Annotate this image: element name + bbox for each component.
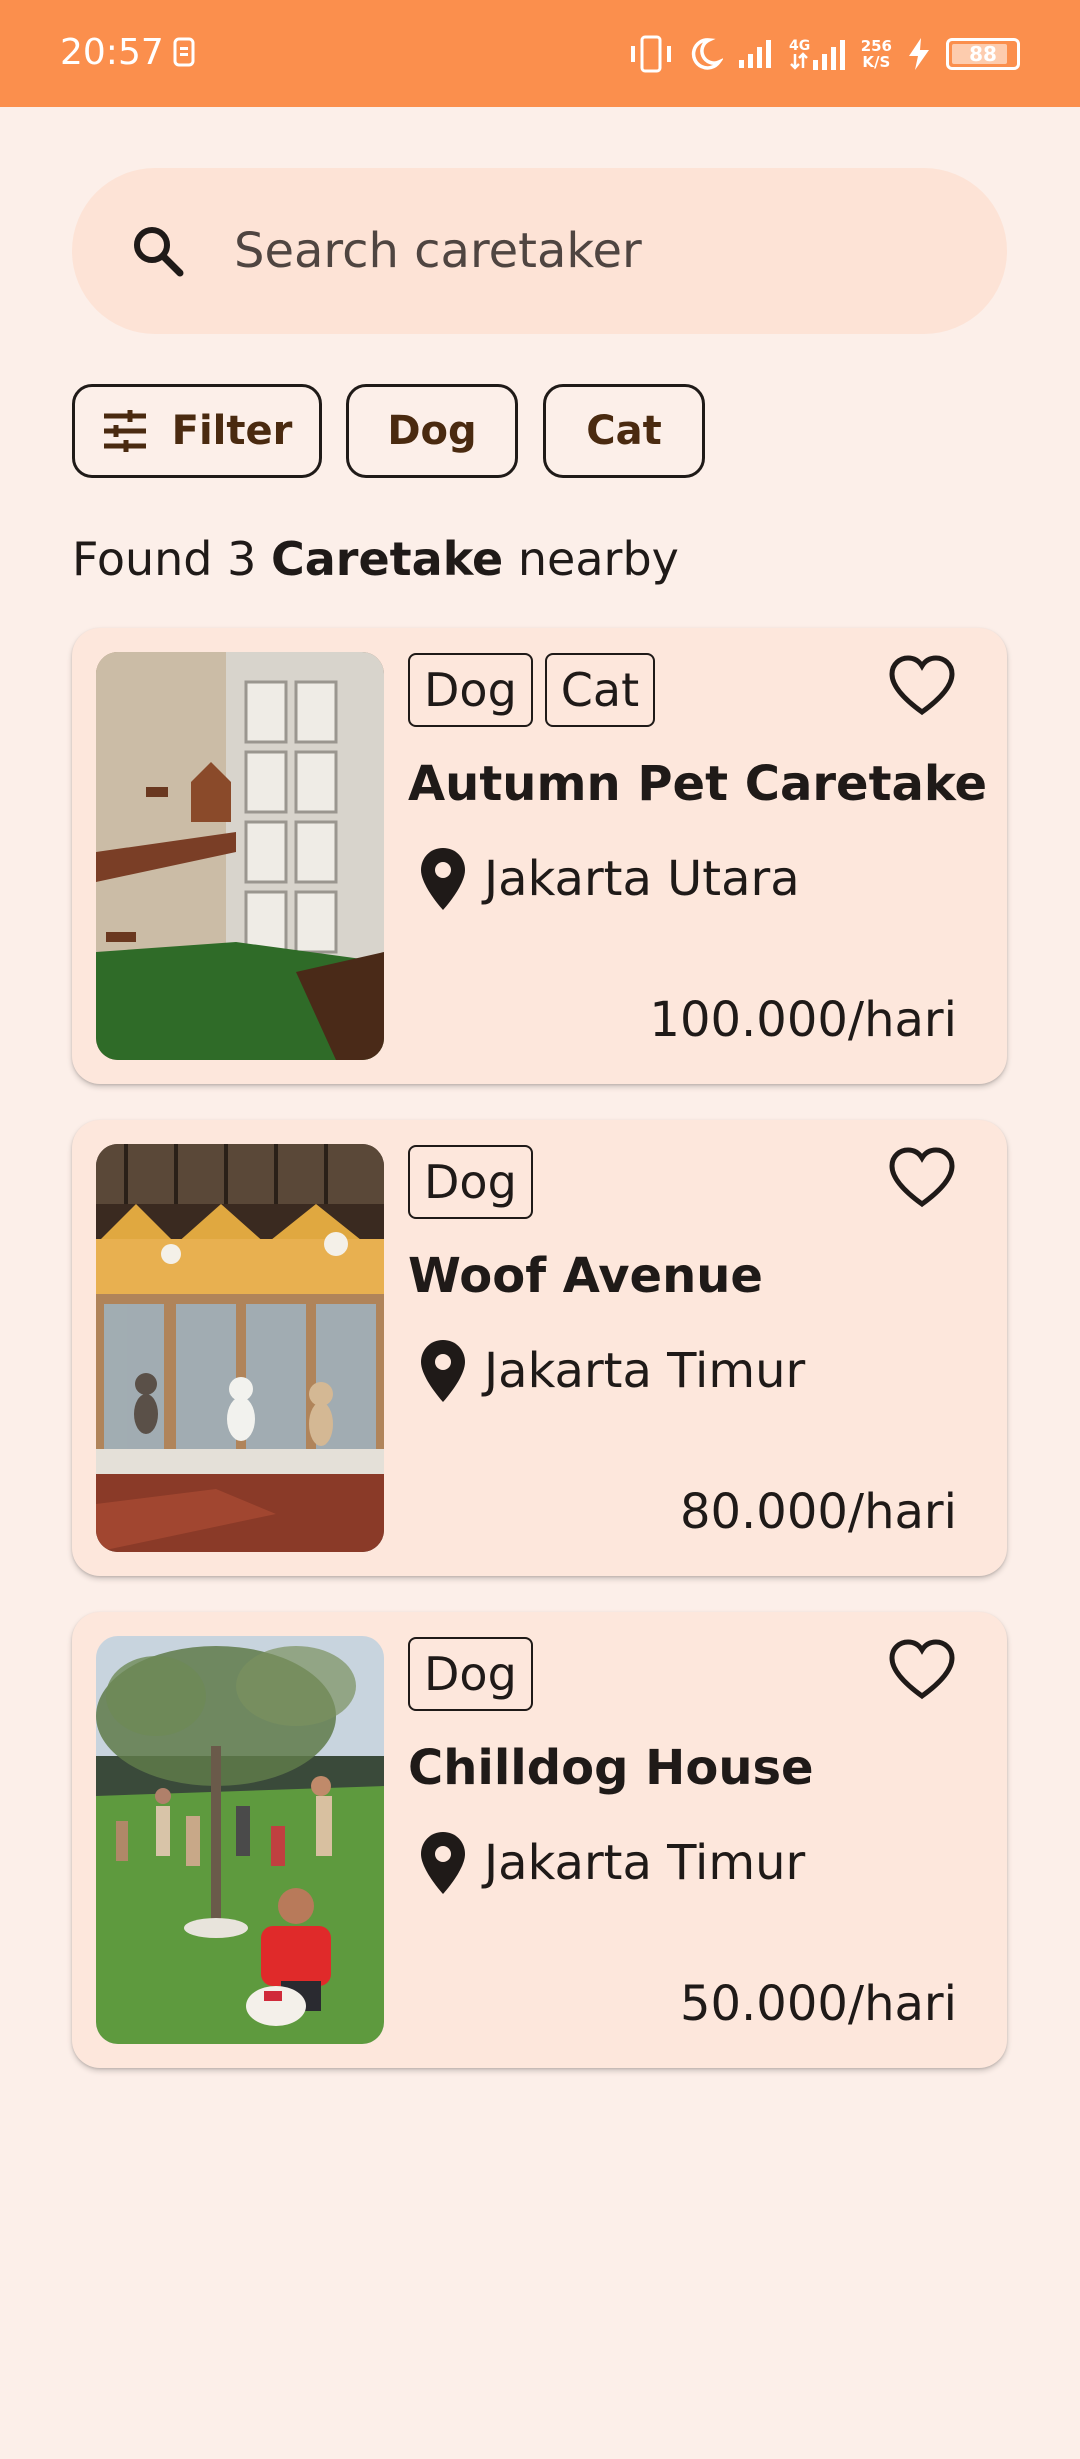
tag: Dog: [408, 1145, 533, 1219]
results-suffix: nearby: [503, 532, 679, 586]
results-bold: Caretake: [270, 532, 504, 586]
battery-icon: 88: [946, 38, 1020, 70]
filter-chip-cat-label: Cat: [586, 408, 662, 454]
filter-chip-cat[interactable]: Cat: [543, 384, 705, 478]
location-text: Jakarta Timur: [484, 1835, 806, 1891]
location: Jakarta Timur: [418, 1830, 805, 1896]
location-text: Jakarta Timur: [484, 1343, 806, 1399]
do-not-disturb-moon-icon: [687, 36, 723, 72]
caretaker-name: Chilldog House: [408, 1740, 814, 1796]
status-time: 20:57: [60, 32, 164, 73]
filter-button[interactable]: Filter: [72, 384, 322, 478]
filter-chip-dog-label: Dog: [387, 408, 477, 454]
location: Jakarta Utara: [418, 846, 800, 912]
caretaker-card[interactable]: Dog Cat Autumn Pet Caretake Jakarta Utar…: [72, 628, 1007, 1084]
caretaker-photo: [96, 1636, 384, 2044]
network-type-label: 4G: [789, 38, 810, 54]
filter-icon: [103, 410, 146, 452]
tag-list: Dog: [408, 1145, 533, 1219]
heart-outline-icon[interactable]: [887, 1144, 957, 1214]
location: Jakarta Timur: [418, 1338, 805, 1404]
caretaker-name: Autumn Pet Caretake: [408, 756, 988, 812]
network-speed: 256 K/S: [861, 38, 892, 70]
filter-chip-dog[interactable]: Dog: [346, 384, 518, 478]
results-prefix: Found 3: [72, 532, 271, 586]
caretaker-card[interactable]: Dog Chilldog House Jakarta Timur 50.000/…: [72, 1612, 1007, 2068]
caretaker-photo: [96, 1144, 384, 1552]
sim-icon: [172, 36, 196, 73]
caretaker-name: Woof Avenue: [408, 1248, 763, 1304]
price: 100.000/hari: [649, 992, 957, 1048]
filter-label: Filter: [171, 408, 293, 454]
location-text: Jakarta Utara: [484, 851, 800, 907]
status-bar: 20:57 4G 256 K/S 88: [0, 0, 1080, 107]
network-speed-unit: K/S: [862, 53, 891, 71]
signal-icon: [737, 38, 775, 70]
location-pin-icon: [421, 1340, 465, 1402]
search-bar[interactable]: Search caretaker: [72, 168, 1007, 334]
price: 80.000/hari: [679, 1484, 957, 1540]
tag: Dog: [408, 1637, 533, 1711]
tag-list: Dog Cat: [408, 653, 656, 727]
caretaker-photo: [96, 652, 384, 1060]
status-icons: 4G 256 K/S 88: [629, 28, 1020, 80]
network-speed-value: 256: [860, 37, 892, 55]
tag: Cat: [544, 653, 656, 727]
heart-outline-icon[interactable]: [887, 1636, 957, 1706]
battery-level: 88: [969, 42, 997, 66]
caretaker-card[interactable]: Dog Woof Avenue Jakarta Timur 80.000/har…: [72, 1120, 1007, 1576]
results-summary: Found 3 Caretake nearby: [72, 532, 679, 586]
tag-list: Dog: [408, 1637, 533, 1711]
price: 50.000/hari: [679, 1976, 957, 2032]
search-icon: [128, 221, 188, 281]
signal-4g-icon: 4G: [789, 36, 847, 72]
vibrate-icon: [629, 34, 673, 74]
location-pin-icon: [421, 848, 465, 910]
heart-outline-icon[interactable]: [887, 652, 957, 722]
charging-bolt-icon: [906, 36, 932, 72]
tag: Dog: [408, 653, 533, 727]
location-pin-icon: [421, 1832, 465, 1894]
search-input[interactable]: Search caretaker: [234, 223, 642, 279]
